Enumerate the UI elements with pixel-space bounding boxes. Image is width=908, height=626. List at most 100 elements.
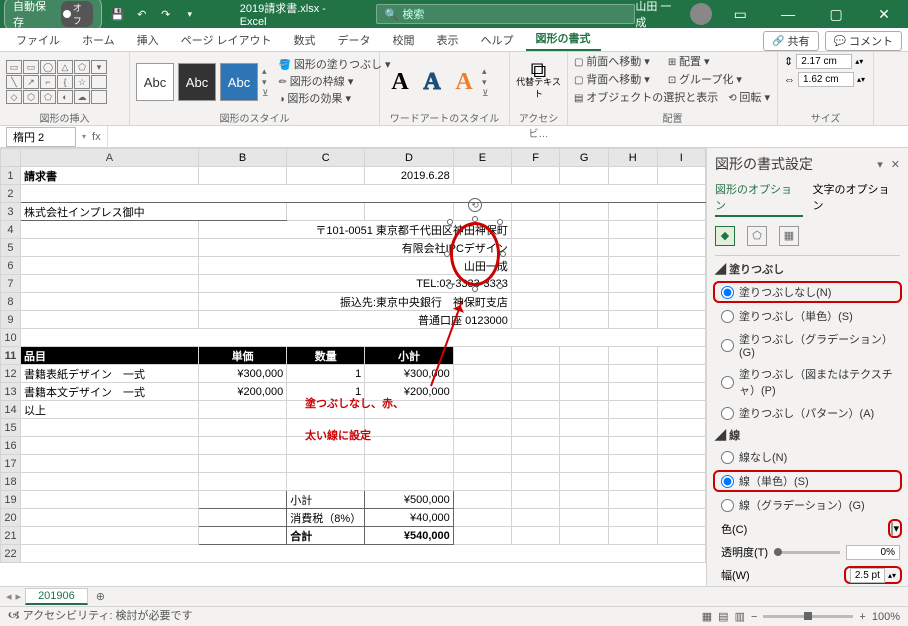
tab-file[interactable]: ファイル	[6, 29, 70, 51]
user-name[interactable]: 山田 一成	[635, 0, 682, 30]
selection-pane-button[interactable]: ▤ オブジェクトの選択と表示	[574, 90, 718, 107]
sheet-nav-prev[interactable]: ◂	[6, 590, 12, 603]
col-I[interactable]: I	[657, 149, 705, 167]
col-E[interactable]: E	[453, 149, 511, 167]
name-box[interactable]: 楕円 2	[6, 127, 76, 147]
zoom-slider[interactable]	[763, 615, 853, 618]
col-A[interactable]: A	[20, 149, 198, 167]
send-backward-button[interactable]: ▢ 背面へ移動 ▾	[574, 72, 650, 89]
minimize-button[interactable]: —	[768, 6, 808, 22]
fx-icon[interactable]: fx	[92, 131, 101, 143]
shape-height-input[interactable]	[796, 54, 852, 69]
fill-solid-radio[interactable]: 塗りつぶし（単色）(S)	[715, 307, 900, 325]
search-icon: 🔍	[385, 8, 399, 21]
col-D[interactable]: D	[365, 149, 454, 167]
window-title: 2019請求書.xlsx - Excel	[240, 0, 356, 28]
line-section[interactable]: ◢ 線	[715, 427, 900, 443]
col-C[interactable]: C	[287, 149, 365, 167]
undo-icon[interactable]: ↶	[132, 8, 152, 21]
accessibility-status[interactable]: 🙦 アクセシビリティ: 検討が必要です	[8, 607, 193, 626]
col-F[interactable]: F	[511, 149, 560, 167]
shape-outline-button[interactable]: ✏ 図形の枠線 ▾	[279, 74, 391, 91]
tab-help[interactable]: ヘルプ	[471, 29, 524, 51]
share-button[interactable]: 🔗共有	[763, 31, 818, 51]
fill-none-radio[interactable]: 塗りつぶしなし(N)	[713, 281, 902, 303]
size-properties-icon[interactable]: ▦	[779, 226, 799, 246]
view-break-icon[interactable]: ▥	[735, 610, 745, 623]
col-H[interactable]: H	[609, 149, 658, 167]
line-none-radio[interactable]: 線なし(N)	[715, 448, 900, 466]
resize-handle[interactable]	[444, 251, 450, 257]
height-icon: ⇕	[784, 55, 793, 68]
tab-layout[interactable]: ページ レイアウト	[171, 29, 282, 51]
resize-handle[interactable]	[497, 283, 503, 289]
selected-oval-shape[interactable]	[450, 222, 500, 286]
line-width-input[interactable]: 2.5 pt	[850, 568, 885, 583]
tab-formula[interactable]: 数式	[284, 29, 326, 51]
zoom-level[interactable]: 100%	[872, 611, 900, 623]
tab-home[interactable]: ホーム	[72, 29, 125, 51]
fill-picture-radio[interactable]: 塗りつぶし（図またはテクスチャ）(P)	[715, 365, 900, 399]
col-B[interactable]: B	[198, 149, 286, 167]
transparency-slider[interactable]	[774, 551, 840, 554]
rotate-handle-icon[interactable]: ⟲	[468, 198, 482, 212]
line-color-button[interactable]	[891, 522, 893, 536]
tab-insert[interactable]: 挿入	[127, 29, 169, 51]
maximize-button[interactable]: ▢	[816, 6, 856, 23]
fill-section[interactable]: ◢ 塗りつぶし	[715, 261, 900, 277]
col-G[interactable]: G	[560, 149, 609, 167]
shape-width-input[interactable]	[798, 72, 854, 87]
align-button[interactable]: ⊞ 配置 ▾	[668, 54, 710, 71]
avatar[interactable]	[690, 3, 712, 25]
shape-effects-button[interactable]: ◑ 図形の効果 ▾	[279, 91, 391, 108]
view-normal-icon[interactable]: ▦	[702, 610, 712, 623]
text-options-tab[interactable]: 文字のオプション	[813, 179, 901, 217]
add-sheet-button[interactable]: ⊕	[96, 590, 105, 603]
shape-style-gallery[interactable]: AbcAbcAbc ▴▾⊻	[136, 63, 269, 101]
tab-view[interactable]: 表示	[427, 29, 469, 51]
save-icon[interactable]: 💾	[108, 8, 128, 21]
fill-gradient-radio[interactable]: 塗りつぶし（グラデーション）(G)	[715, 330, 900, 360]
sheet-tab[interactable]: 201906	[25, 588, 88, 605]
resize-handle[interactable]	[447, 219, 453, 225]
comment-button[interactable]: 💬コメント	[825, 31, 902, 51]
transparency-value[interactable]: 0%	[846, 545, 900, 560]
shapes-gallery[interactable]: ▭▭◯△⬠▾ ╲↗⌐{☆ ◇⬡⬠◐☁	[6, 60, 107, 104]
fill-pattern-radio[interactable]: 塗りつぶし（パターン）(A)	[715, 404, 900, 422]
resize-handle[interactable]	[447, 283, 453, 289]
tab-data[interactable]: データ	[328, 29, 381, 51]
shape-options-tab[interactable]: 図形のオプション	[715, 179, 803, 217]
group-button[interactable]: ⊡ グループ化 ▾	[668, 72, 742, 89]
pane-close-button[interactable]: ✕	[891, 158, 900, 171]
shape-fill-button[interactable]: 🪣 図形の塗りつぶし ▾	[279, 57, 391, 74]
fill-line-icon[interactable]: ◆	[715, 226, 735, 246]
sheet-nav-next[interactable]: ▸	[16, 590, 22, 603]
alt-text-button[interactable]: ⧉代替テキスト	[516, 64, 561, 100]
effects-icon[interactable]: ⬠	[747, 226, 767, 246]
line-color-label: 色(C)	[721, 521, 747, 537]
search-box[interactable]: 🔍検索	[376, 4, 636, 24]
group-size: サイズ	[784, 110, 867, 124]
select-all[interactable]	[1, 149, 21, 167]
line-gradient-radio[interactable]: 線（グラデーション）(G)	[715, 496, 900, 514]
autosave-toggle[interactable]: 自動保存 オフ	[4, 0, 102, 32]
rotate-button[interactable]: ⟲ 回転 ▾	[728, 90, 770, 107]
redo-icon[interactable]: ↷	[156, 8, 176, 21]
tab-review[interactable]: 校閲	[383, 29, 425, 51]
wordart-gallery[interactable]: AAA ▴▾⊻	[386, 54, 503, 110]
tab-shape-format[interactable]: 図形の書式	[526, 27, 601, 51]
close-button[interactable]: ✕	[864, 6, 904, 23]
resize-handle[interactable]	[472, 216, 478, 222]
view-page-icon[interactable]: ▤	[718, 610, 728, 623]
annotation-text: 塗つぶしなし、赤、太い線に設定	[305, 386, 404, 450]
line-solid-radio[interactable]: 線（単色）(S)	[713, 470, 902, 492]
qat-more-icon[interactable]: ▾	[180, 9, 200, 20]
resize-handle[interactable]	[497, 219, 503, 225]
cell[interactable]: 請求書	[20, 167, 198, 185]
resize-handle[interactable]	[500, 251, 506, 257]
formula-bar[interactable]	[107, 126, 902, 147]
ribbon-display-icon[interactable]: ▭	[720, 6, 760, 23]
resize-handle[interactable]	[472, 286, 478, 292]
pane-title: 図形の書式設定	[715, 154, 813, 174]
bring-forward-button[interactable]: ▢ 前面へ移動 ▾	[574, 54, 650, 71]
